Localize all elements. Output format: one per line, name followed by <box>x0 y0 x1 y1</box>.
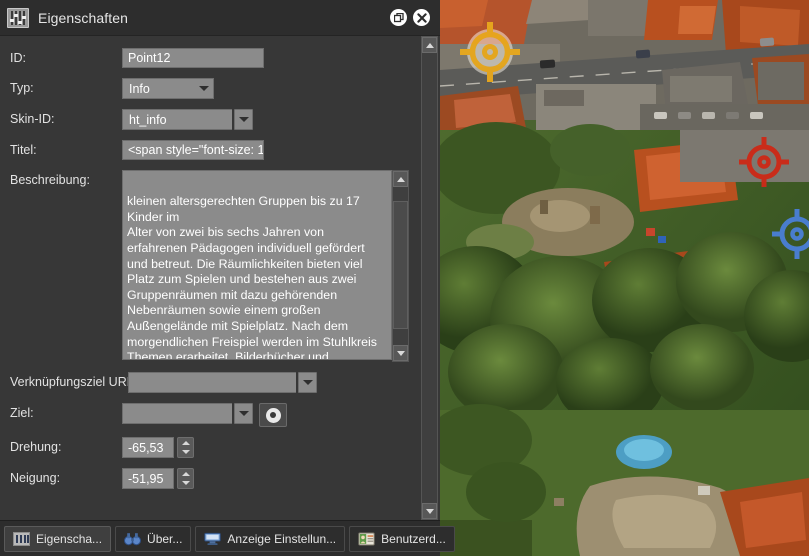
panel-scrollbar[interactable] <box>421 36 438 520</box>
drehung-stepper[interactable] <box>177 437 194 458</box>
neigung-stepper[interactable] <box>177 468 194 489</box>
titel-input[interactable]: <span style="font-size: 17px <box>122 140 264 160</box>
label-beschreibung: Beschreibung: <box>10 173 90 187</box>
stepper-down-icon[interactable] <box>181 481 190 486</box>
aerial-photo-viewport[interactable] <box>440 0 809 556</box>
restore-icon <box>393 12 404 22</box>
label-ziel: Ziel: <box>10 406 34 420</box>
panel-tabbar: Eigenscha... Über... Anzeige Einstellun.… <box>0 520 455 556</box>
stepper-up-icon[interactable] <box>181 440 190 445</box>
field-row-id: ID: Point12 <box>0 48 421 68</box>
tab-label: Benutzerd... <box>381 531 446 546</box>
scroll-down-button[interactable] <box>393 345 408 361</box>
neigung-input[interactable]: -51,95 <box>122 468 174 489</box>
tab-label: Über... <box>147 531 183 546</box>
close-icon <box>416 12 427 23</box>
tab-eigenschaften[interactable]: Eigenscha... <box>4 525 112 552</box>
drehung-input[interactable]: -65,53 <box>122 437 174 458</box>
label-skin-id: Skin-ID: <box>10 112 55 126</box>
application-window: Eigenschaften ID: Point12 Typ: Info Skin… <box>0 0 809 556</box>
field-row-url: Verknüpfungsziel URL: <box>0 372 421 393</box>
label-drehung: Drehung: <box>10 440 62 454</box>
field-row-neigung: Neigung: -51,95 <box>0 468 421 489</box>
close-button[interactable] <box>413 9 430 26</box>
scroll-up-button[interactable] <box>393 171 408 187</box>
tab-ueber[interactable]: Über... <box>115 525 192 552</box>
stepper-down-icon[interactable] <box>181 450 190 455</box>
target-icon <box>265 407 281 423</box>
chevron-down-icon[interactable] <box>234 403 253 424</box>
label-titel: Titel: <box>10 143 37 157</box>
scrollbar-track[interactable] <box>393 187 408 345</box>
chevron-down-icon[interactable] <box>298 372 317 393</box>
url-value <box>128 372 296 393</box>
restore-button[interactable] <box>390 9 407 26</box>
beschreibung-text: Alter von zwei bis sechs Jahren von erfa… <box>127 225 377 360</box>
field-row-ziel: Ziel: <box>0 403 421 427</box>
field-row-beschreibung: Beschreibung: kleinen altersgerechten Gr… <box>0 170 421 362</box>
panel-title: Eigenschaften <box>38 9 129 26</box>
field-row-drehung: Drehung: -65,53 <box>0 437 421 458</box>
binoculars-icon <box>124 532 142 546</box>
panel-scroll-up-button[interactable] <box>422 37 437 53</box>
skin-id-value: ht_info <box>122 109 232 130</box>
ziel-value <box>122 403 232 424</box>
label-neigung: Neigung: <box>10 471 61 485</box>
properties-icon <box>13 531 30 546</box>
panel-scrollbar-container <box>421 36 440 520</box>
stepper-up-icon[interactable] <box>181 471 190 476</box>
panel-scrollbar-track[interactable] <box>422 53 437 503</box>
sliders-icon <box>7 7 29 28</box>
typ-dropdown[interactable]: Info <box>122 78 214 99</box>
tab-anzeige-einstellungen[interactable]: Anzeige Einstellun... <box>195 525 346 552</box>
beschreibung-textarea[interactable]: kleinen altersgerechten Gruppen bis zu 1… <box>122 170 392 360</box>
typ-value: Info <box>129 81 150 96</box>
field-row-typ: Typ: Info <box>0 78 421 99</box>
panel-titlebar: Eigenschaften <box>0 0 440 36</box>
beschreibung-clipped-line: kleinen altersgerechten Gruppen bis zu 1… <box>127 194 364 224</box>
field-row-titel: Titel: <span style="font-size: 17px <box>0 140 421 160</box>
skin-id-dropdown[interactable]: ht_info <box>122 109 253 130</box>
url-dropdown[interactable] <box>128 372 317 393</box>
label-url: Verknüpfungsziel URL: <box>10 375 138 389</box>
panel-scroll-down-button[interactable] <box>422 503 437 519</box>
field-row-skin-id: Skin-ID: ht_info <box>0 109 421 130</box>
window-controls <box>390 9 430 26</box>
beschreibung-scrollbar[interactable] <box>392 170 409 362</box>
tab-benutzerdefiniert[interactable]: Benutzerd... <box>349 525 455 552</box>
aerial-photo-image <box>440 0 809 556</box>
tab-label: Anzeige Einstellun... <box>227 531 337 546</box>
label-typ: Typ: <box>10 81 34 95</box>
tab-label: Eigenscha... <box>36 531 103 546</box>
properties-form: ID: Point12 Typ: Info Skin-ID: ht_info T… <box>0 36 440 520</box>
chevron-down-icon[interactable] <box>234 109 253 130</box>
ziel-picker-button[interactable] <box>259 403 287 427</box>
scrollbar-thumb[interactable] <box>393 201 408 329</box>
properties-panel: Eigenschaften ID: Point12 Typ: Info Skin… <box>0 0 455 556</box>
chevron-down-icon <box>194 79 213 98</box>
user-card-icon <box>358 532 375 546</box>
ziel-dropdown[interactable] <box>122 403 253 424</box>
display-settings-icon <box>204 532 222 546</box>
id-input[interactable]: Point12 <box>122 48 264 68</box>
label-id: ID: <box>10 51 26 65</box>
